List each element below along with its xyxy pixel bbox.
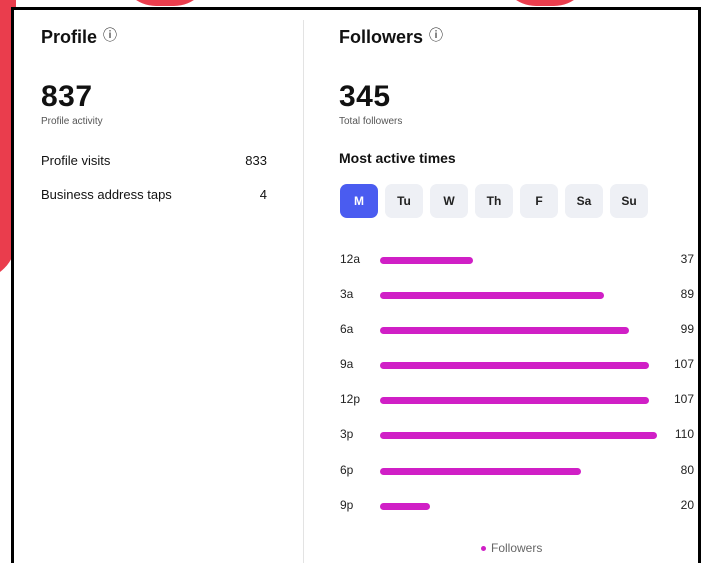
hour-value: 80	[680, 462, 694, 477]
stat-label: Profile visits	[41, 153, 111, 168]
hour-value: 89	[680, 287, 694, 302]
hour-row: 9p 20	[340, 495, 694, 530]
day-tabs: M Tu W Th F Sa Su	[340, 184, 648, 218]
hour-row: 6a 99	[340, 319, 694, 354]
hour-row: 3a 89	[340, 284, 694, 319]
bar-track	[380, 467, 657, 475]
tab-day-sunday[interactable]: Su	[610, 184, 648, 218]
tab-day-friday[interactable]: F	[520, 184, 558, 218]
chart-legend: Followers	[481, 541, 542, 555]
hour-row: 6p 80	[340, 460, 694, 495]
bar-track	[380, 257, 657, 264]
total-followers-value: 345	[339, 80, 391, 113]
panel-divider	[303, 20, 304, 563]
legend-label: Followers	[491, 541, 543, 555]
hour-row: 9a 107	[340, 354, 694, 389]
info-icon[interactable]: ⓘ	[429, 28, 443, 42]
stat-label: Business address taps	[41, 187, 172, 202]
hour-value: 20	[680, 497, 694, 512]
background-shape-top	[120, 0, 210, 6]
hour-value: 107	[673, 392, 694, 407]
bar-track	[380, 432, 657, 440]
tab-day-thursday[interactable]: Th	[475, 184, 513, 218]
stat-value: 833	[245, 153, 267, 168]
follower-bar	[380, 502, 431, 510]
hour-label: 9a	[340, 357, 354, 372]
hour-row: 12a 37	[340, 249, 694, 284]
hour-value: 110	[674, 427, 694, 442]
follower-bar	[380, 397, 650, 405]
profile-title-text: Profile	[41, 27, 98, 47]
followers-title: Followers ⓘ	[339, 27, 443, 48]
stat-value: 4	[259, 187, 267, 202]
tab-day-monday[interactable]: M	[340, 184, 378, 218]
bar-track	[380, 397, 657, 405]
profile-title: Profile ⓘ	[41, 27, 117, 48]
stat-row-business-address-taps: Business address taps 4	[41, 187, 267, 202]
active-times-chart: 12a 37 3a 89 6a 99 9a 107 12p 107 3p 110 6p 80 9p 20	[340, 249, 694, 530]
hour-label: 12a	[340, 252, 361, 266]
hour-value: 107	[673, 357, 694, 372]
follower-bar	[380, 257, 474, 264]
profile-activity-label: Profile activity	[41, 116, 103, 127]
hour-label: 6a	[340, 322, 354, 337]
profile-activity-value: 837	[41, 80, 93, 113]
hour-label: 3p	[340, 427, 354, 442]
follower-bar	[380, 292, 605, 300]
follower-bar	[380, 467, 582, 475]
legend-dot	[481, 545, 486, 551]
follower-bar	[380, 362, 650, 370]
bar-track	[380, 292, 657, 300]
most-active-times-title: Most active times	[339, 150, 456, 166]
hour-label: 3a	[340, 287, 354, 302]
hour-row: 12p 107	[340, 389, 694, 424]
bar-track	[380, 502, 657, 510]
hour-label: 9p	[340, 497, 354, 512]
hour-label: 6p	[340, 462, 354, 477]
tab-day-wednesday[interactable]: W	[430, 184, 468, 218]
hour-row: 3p 110	[340, 424, 694, 459]
follower-bar	[380, 432, 657, 440]
hour-value: 99	[680, 322, 694, 337]
stat-row-profile-visits: Profile visits 833	[41, 153, 267, 168]
total-followers-label: Total followers	[339, 116, 403, 127]
bar-track	[380, 362, 657, 370]
bar-track	[380, 327, 657, 335]
hour-value: 37	[680, 252, 694, 266]
info-icon[interactable]: ⓘ	[103, 28, 117, 42]
follower-bar	[380, 327, 630, 335]
tab-day-tuesday[interactable]: Tu	[385, 184, 423, 218]
hour-label: 12p	[340, 392, 361, 407]
followers-title-text: Followers	[339, 27, 424, 47]
background-shape-top-right	[500, 0, 590, 6]
tab-day-saturday[interactable]: Sa	[565, 184, 603, 218]
